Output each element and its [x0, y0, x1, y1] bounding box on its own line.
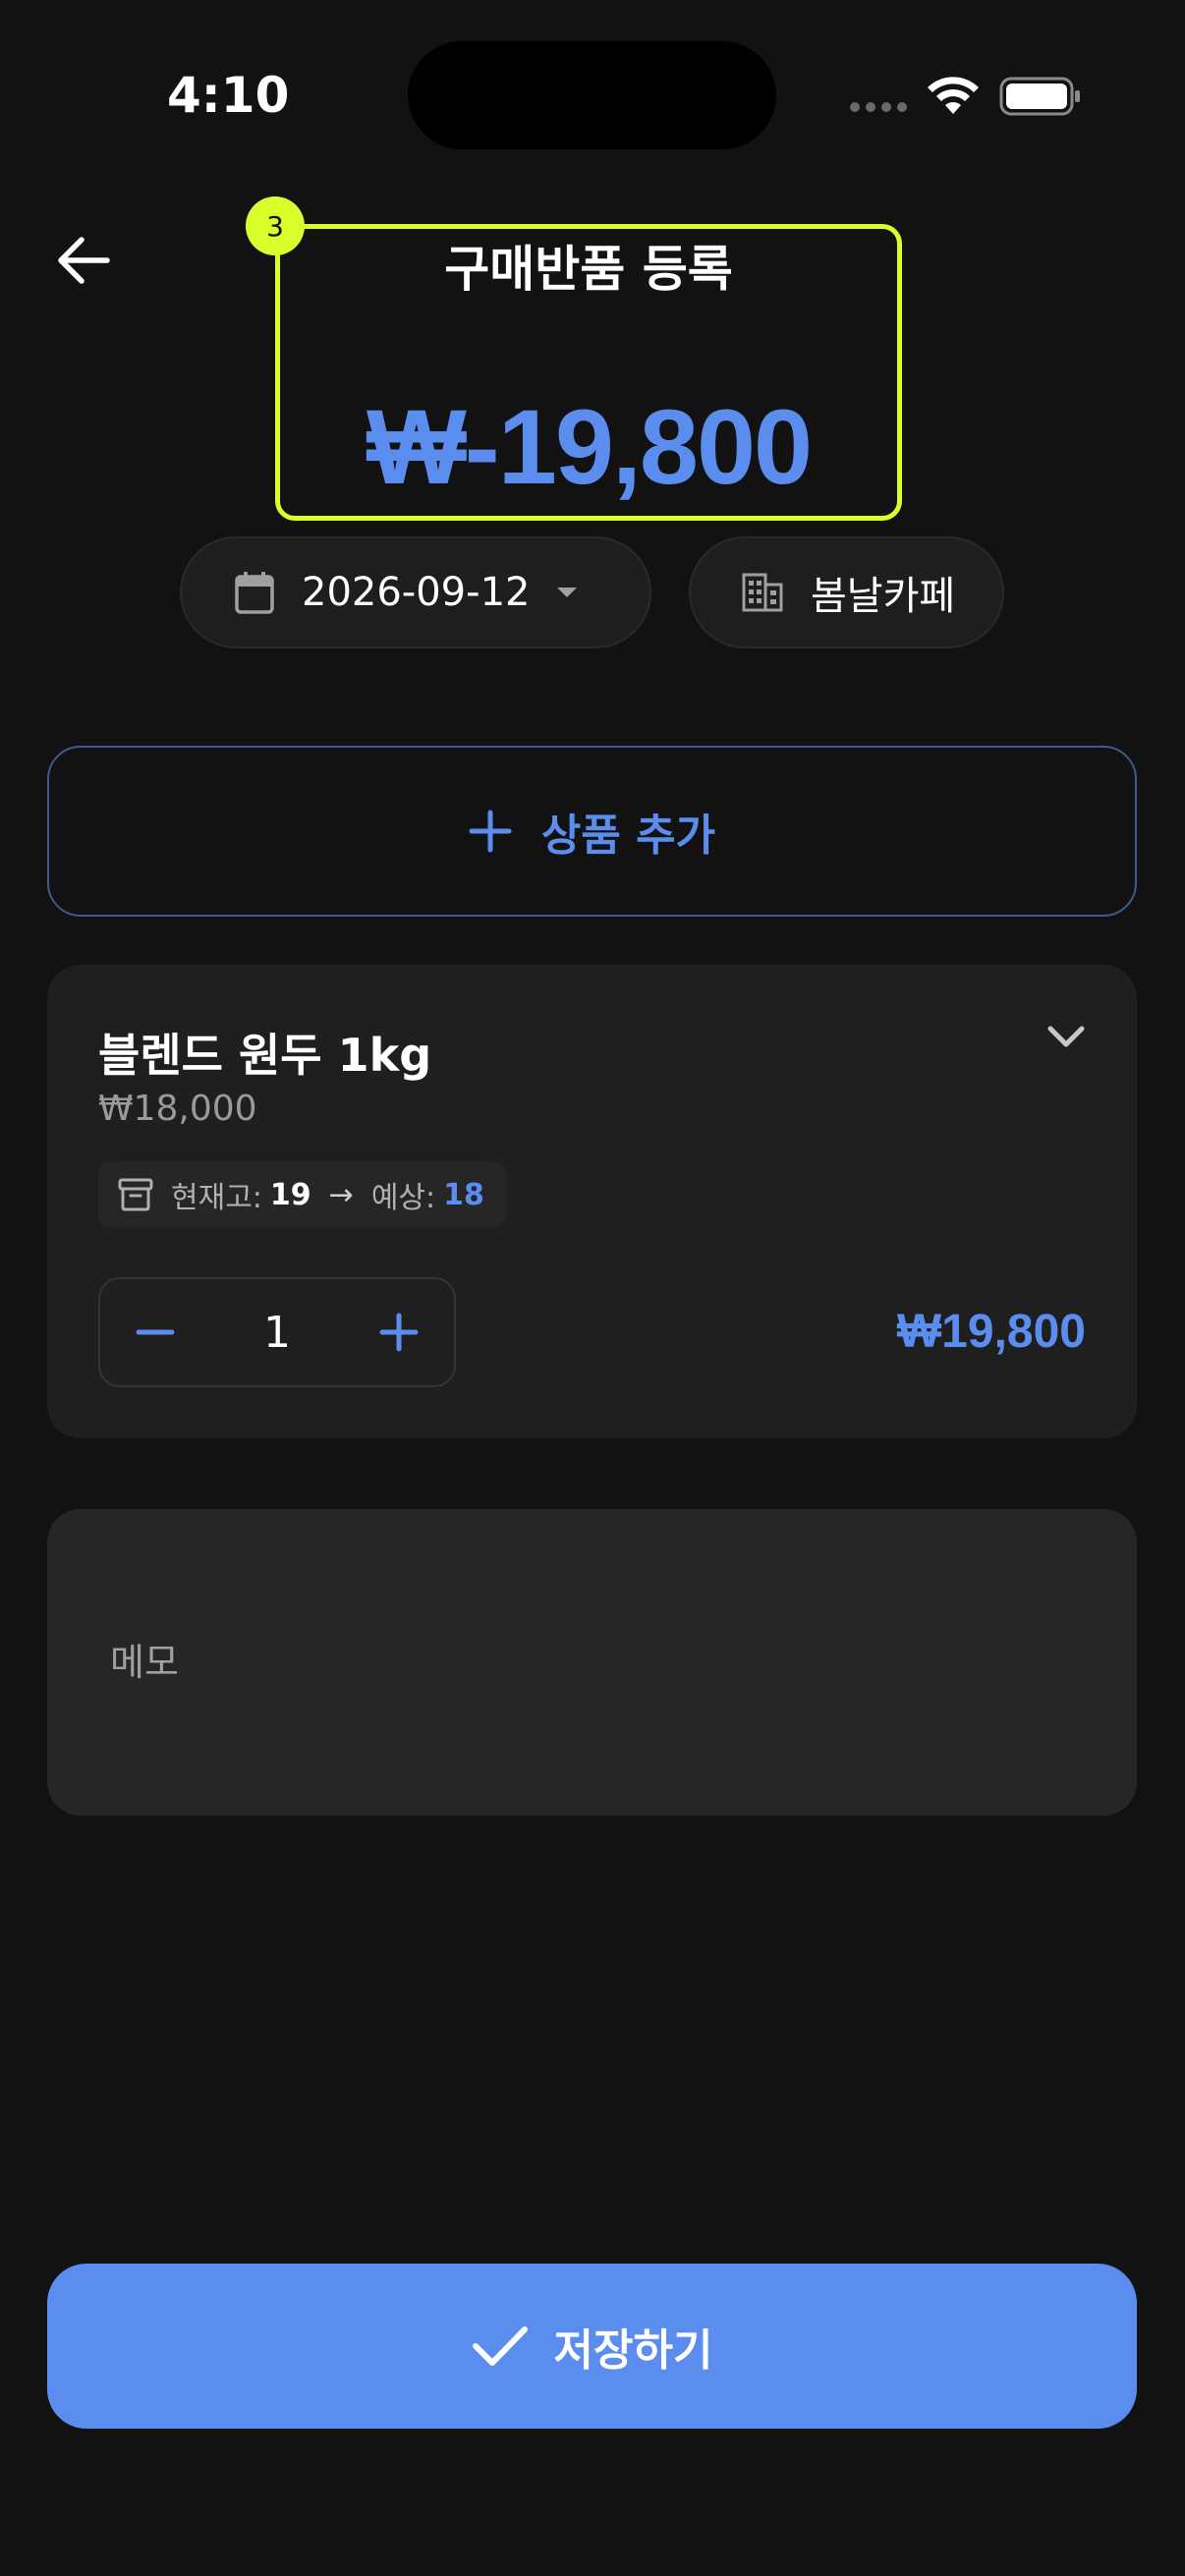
expected-stock-value: 18 [443, 1177, 484, 1212]
caret-down-icon [557, 588, 578, 597]
quantity-value: 1 [263, 1307, 291, 1358]
expected-stock-label: 예상: [370, 1181, 436, 1215]
arrow-left-icon [58, 237, 110, 284]
date-value: 2026-09-12 [302, 570, 531, 615]
highlight-badge: 3 [246, 196, 305, 255]
date-picker-button[interactable]: 2026-09-12 [180, 536, 651, 648]
memo-field[interactable] [47, 1509, 1137, 1816]
decrement-button[interactable] [100, 1279, 210, 1385]
chevron-down-icon[interactable] [1046, 1024, 1086, 1049]
stock-info: 현재고: 19 → 예상: 18 [98, 1161, 506, 1228]
product-card: 블렌드 원두 1kg ₩18,000 현재고: 19 → 예상: 18 1 ₩1… [47, 965, 1137, 1438]
stock-arrow: → [328, 1177, 354, 1212]
building-icon [742, 573, 783, 612]
dynamic-island [408, 41, 776, 149]
cellular-signal-icon [850, 102, 907, 112]
line-total: ₩19,800 [896, 1306, 1086, 1358]
save-button[interactable]: 저장하기 [47, 2264, 1137, 2429]
calendar-icon [235, 572, 274, 614]
add-product-label: 상품 추가 [540, 811, 716, 861]
battery-icon [999, 77, 1080, 116]
product-name: 블렌드 원두 1kg [98, 1029, 432, 1082]
current-stock-value: 19 [269, 1177, 311, 1212]
plus-icon [379, 1313, 419, 1352]
back-button[interactable] [51, 228, 116, 293]
status-time: 4:10 [167, 67, 290, 124]
archive-box-icon [118, 1178, 153, 1211]
minus-icon [136, 1329, 175, 1335]
product-price: ₩18,000 [98, 1089, 257, 1129]
highlight-box [275, 224, 902, 521]
check-icon [472, 2326, 528, 2366]
plus-icon [469, 810, 512, 853]
quantity-stepper: 1 [98, 1277, 456, 1387]
store-selector-button[interactable]: 봄날카페 [689, 536, 1004, 648]
memo-input[interactable] [108, 1640, 1137, 1685]
add-product-button[interactable]: 상품 추가 [47, 746, 1137, 917]
save-label: 저장하기 [553, 2325, 713, 2376]
current-stock-label: 현재고: [171, 1181, 262, 1215]
store-name: 봄날카페 [811, 574, 956, 619]
wifi-icon [928, 77, 979, 114]
increment-button[interactable] [344, 1279, 454, 1385]
status-bar: 4:10 [0, 0, 1185, 196]
